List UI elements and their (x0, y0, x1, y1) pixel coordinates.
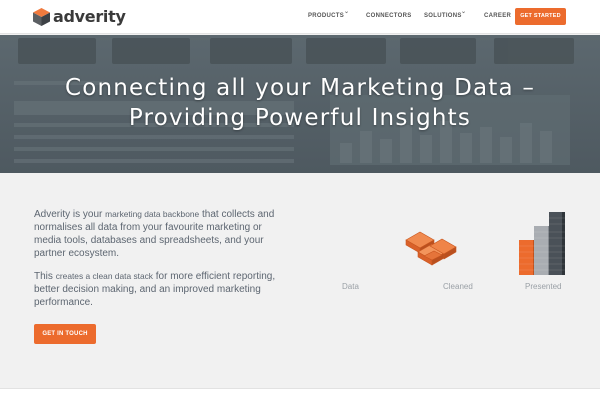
nav-solutions-label: SOLUTIONS (424, 13, 462, 19)
get-started-button[interactable]: GET STARTED (515, 8, 566, 25)
intro-highlight: creates a clean data stack (55, 271, 153, 281)
nav-career[interactable]: CAREER (484, 13, 511, 19)
cleaned-blocks-icon (405, 231, 457, 266)
nav-connectors[interactable]: CONNECTORS (366, 13, 412, 19)
label-cleaned: Cleaned (443, 282, 473, 291)
adverity-logo[interactable]: adverity (33, 8, 126, 26)
intro-paragraph-1: Adverity is your marketing data backbone… (34, 208, 284, 260)
nav-solutions[interactable]: SOLUTIONS ⌄ (424, 9, 466, 19)
hero-banner: Connecting all your Marketing Data – Pro… (0, 35, 600, 173)
nav-products[interactable]: PRODUCTS ⌄ (308, 9, 349, 19)
label-data: Data (342, 282, 359, 291)
presented-bars-icon (519, 212, 565, 275)
chevron-down-icon: ⌄ (461, 9, 467, 15)
hero-headline-line2: Providing Powerful Insights (128, 105, 472, 131)
intro-text: Adverity is your (34, 209, 103, 220)
cube-logo-icon (33, 8, 50, 26)
label-presented: Presented (525, 282, 562, 291)
top-navbar: adverity PRODUCTS ⌄ CONNECTORS SOLUTIONS… (0, 0, 600, 34)
nav-products-label: PRODUCTS (308, 13, 345, 19)
nav-connectors-label: CONNECTORS (366, 13, 412, 19)
chevron-down-icon: ⌄ (344, 9, 350, 15)
nav-career-label: CAREER (484, 13, 512, 19)
get-in-touch-button[interactable]: GET IN TOUCH (34, 324, 96, 344)
intro-paragraph-2: This creates a clean data stack for more… (34, 270, 284, 309)
intro-text: This (34, 271, 53, 282)
brand-name: adverity (53, 7, 126, 26)
hero-headline-line1: Connecting all your Marketing Data – (64, 75, 536, 101)
intro-highlight: marketing data backbone (105, 209, 200, 219)
footer-divider (0, 388, 600, 400)
dashboard-background-image (0, 35, 600, 173)
